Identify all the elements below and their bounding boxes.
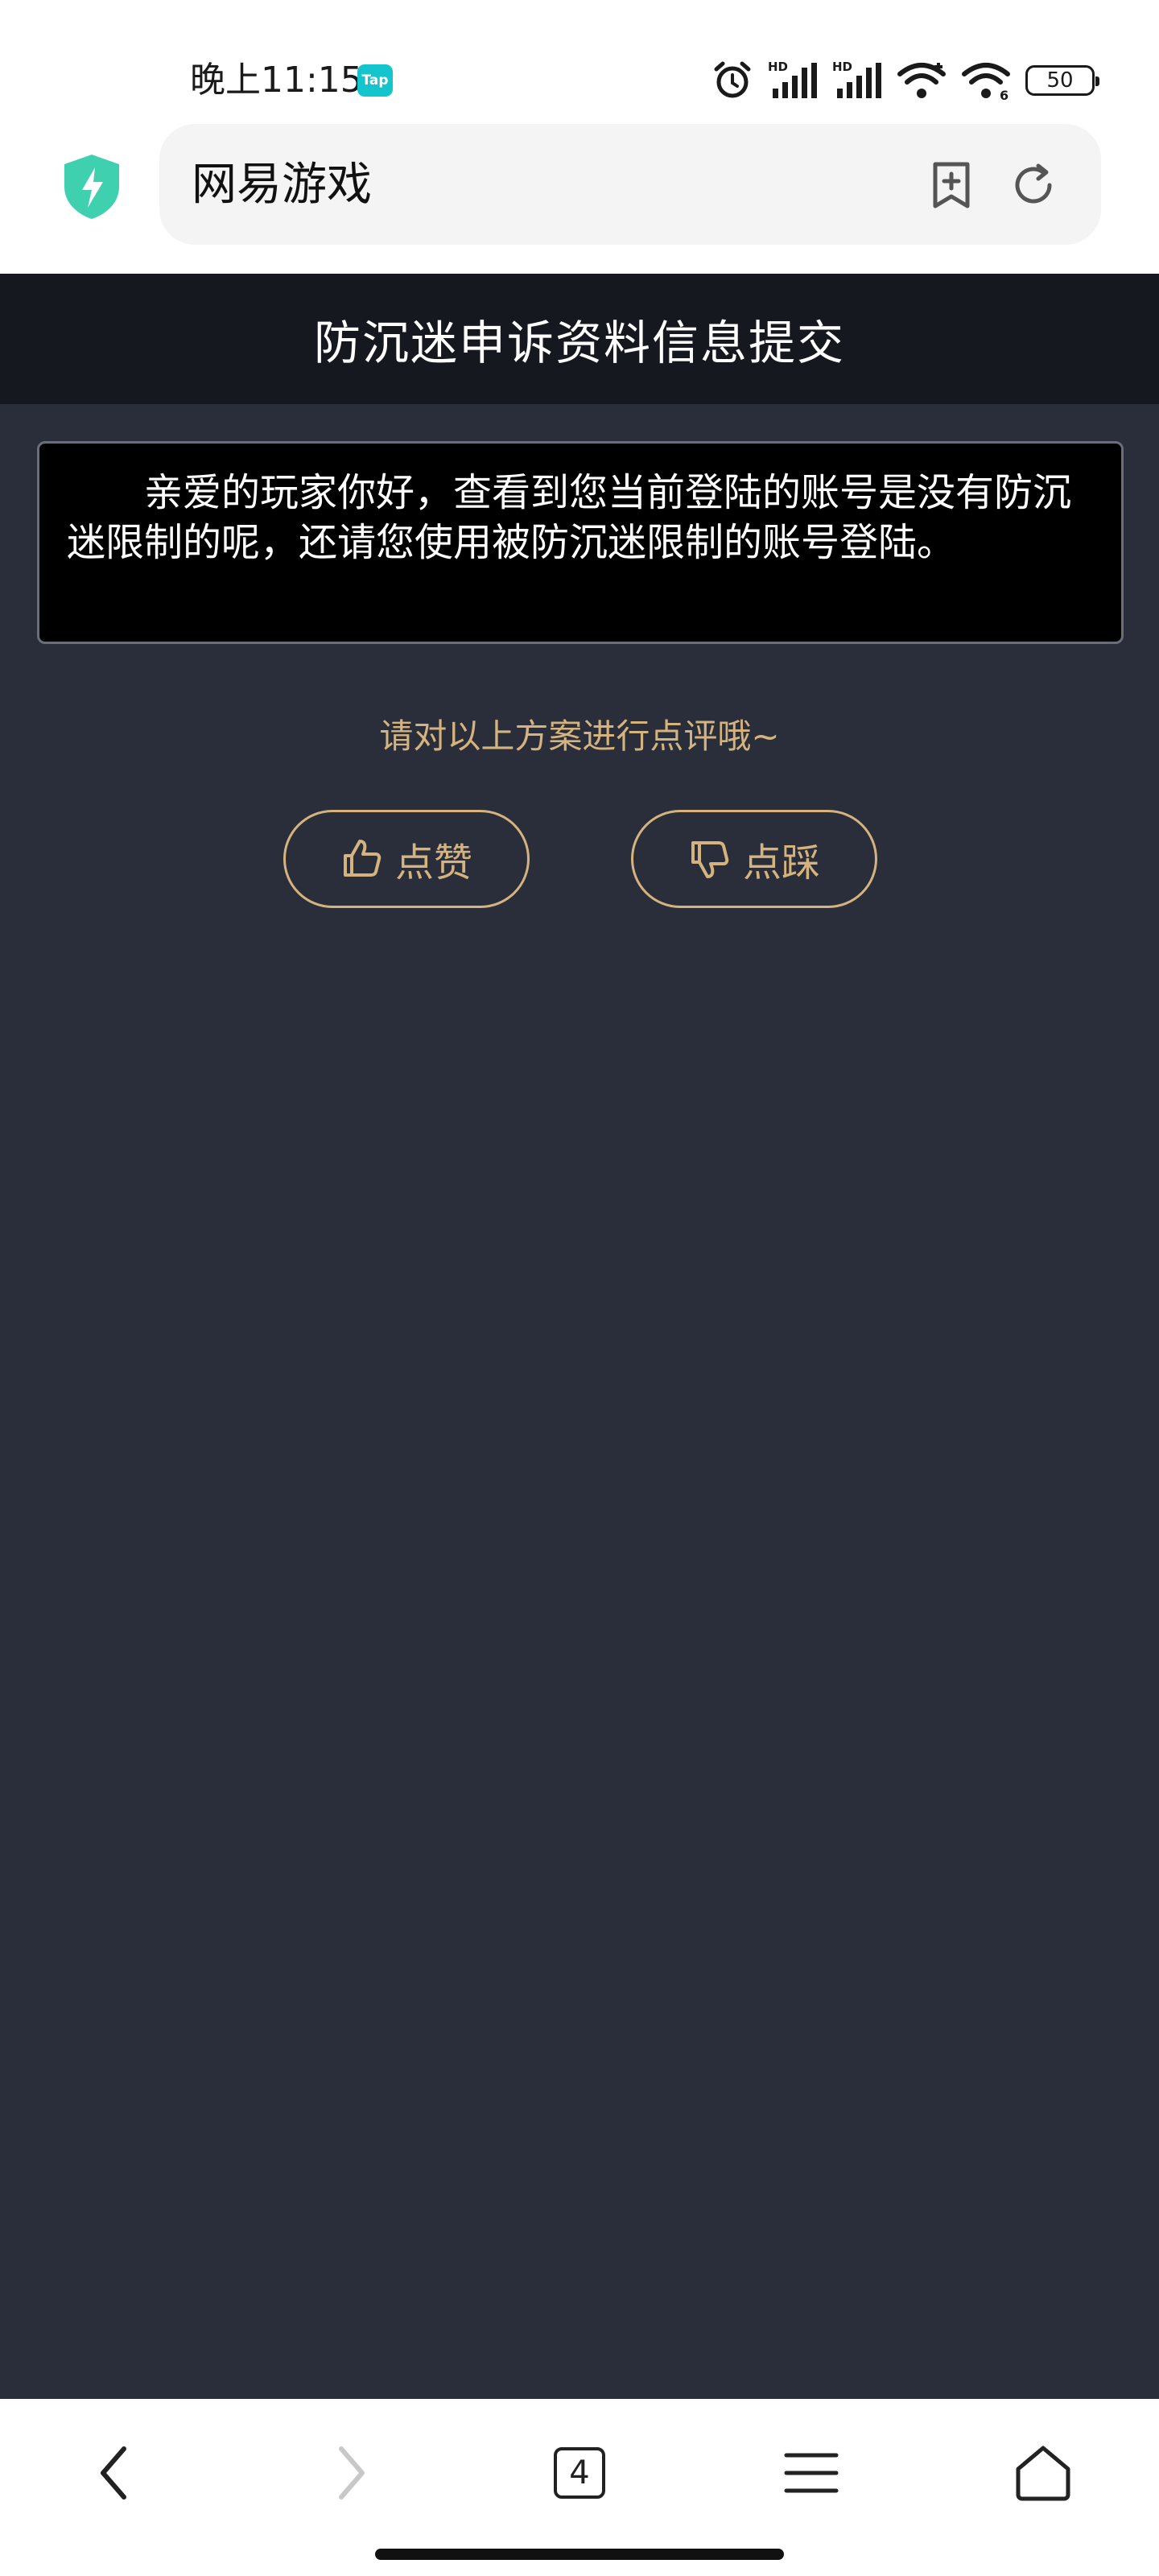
signal-hd-icon: HD <box>832 60 881 98</box>
wifi-6-icon: 6 <box>962 63 1010 101</box>
browser-toolbar: 网易游戏 <box>0 121 1159 274</box>
back-button[interactable] <box>74 2433 155 2513</box>
like-label: 点赞 <box>394 840 472 886</box>
status-icons: HD HD 6 50 <box>711 58 1099 103</box>
address-bar[interactable]: 网易游戏 <box>159 124 1101 245</box>
status-bar: 晚上11:15 Tap HD HD 6 50 <box>0 0 1159 121</box>
battery-icon: 50 <box>1025 65 1099 96</box>
forward-icon <box>339 2446 365 2500</box>
notice-box: 亲爱的玩家你好，查看到您当前登陆的账号是没有防沉迷限制的呢，还请您使用被防沉迷限… <box>37 441 1124 644</box>
thumbs-down-icon <box>691 841 729 878</box>
svg-text:6: 6 <box>1000 88 1008 101</box>
url-text[interactable]: 网易游戏 <box>192 156 372 214</box>
tabs-icon: 4 <box>554 2447 605 2499</box>
like-button[interactable]: 点赞 <box>283 810 530 908</box>
back-icon <box>101 2446 126 2500</box>
rating-prompt: 请对以上方案进行点评哦~ <box>379 716 780 756</box>
dislike-label: 点踩 <box>742 840 820 886</box>
bottom-navigation: 4 <box>0 2399 1159 2576</box>
notice-text: 亲爱的玩家你好，查看到您当前登陆的账号是没有防沉迷限制的呢，还请您使用被防沉迷限… <box>67 470 1072 565</box>
shield-icon[interactable] <box>61 153 122 221</box>
svg-text:HD: HD <box>832 60 852 74</box>
home-button[interactable] <box>1003 2433 1083 2513</box>
alarm-icon <box>714 61 751 98</box>
status-time: 晚上11:15 <box>190 60 363 101</box>
home-indicator[interactable] <box>375 2549 784 2560</box>
add-bookmark-icon[interactable] <box>926 159 977 211</box>
svg-text:HD: HD <box>768 60 788 74</box>
tab-count: 4 <box>569 2454 590 2491</box>
reload-icon[interactable] <box>1008 159 1059 211</box>
battery-level: 50 <box>1046 68 1074 93</box>
home-icon <box>1016 2446 1070 2501</box>
tabs-button[interactable]: 4 <box>539 2433 620 2513</box>
page-title: 防沉迷申诉资料信息提交 <box>313 316 845 370</box>
thumbs-up-icon <box>343 840 382 877</box>
menu-button[interactable] <box>771 2433 852 2513</box>
menu-icon <box>784 2453 839 2493</box>
wifi-icon <box>897 63 946 98</box>
page-header: 防沉迷申诉资料信息提交 <box>0 274 1159 404</box>
signal-hd-icon: HD <box>768 60 817 98</box>
dislike-button[interactable]: 点踩 <box>631 810 877 908</box>
forward-button[interactable] <box>311 2433 391 2513</box>
tap-app-icon: Tap <box>357 64 393 97</box>
